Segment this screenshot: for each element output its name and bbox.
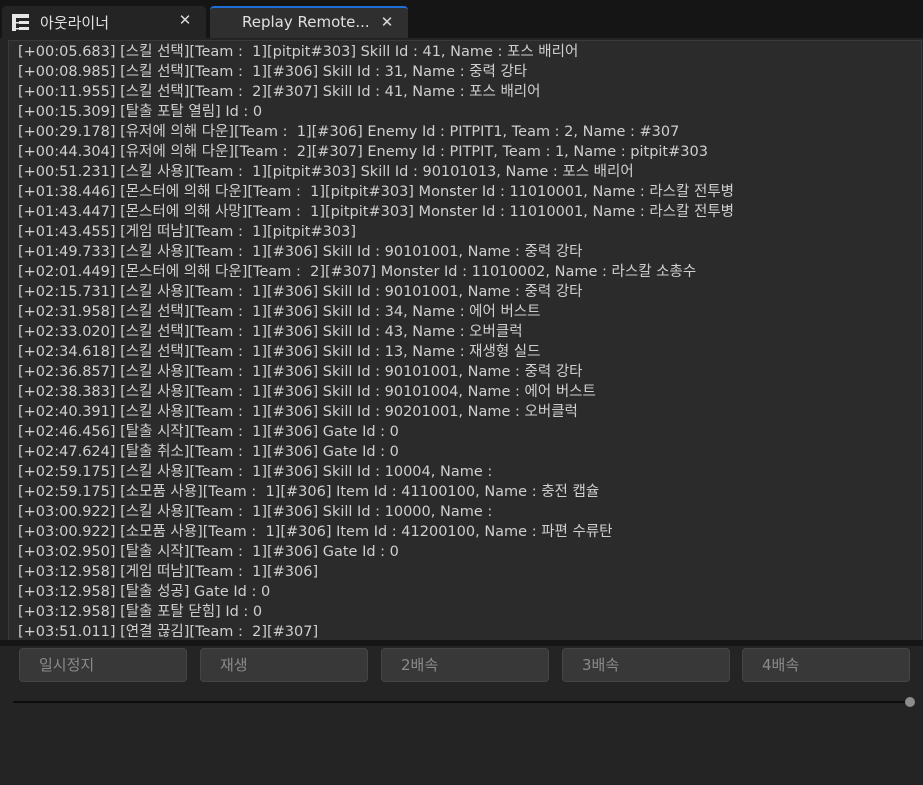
log-line: [+02:38.383] [스킬 사용][Team : 1][#306] Ski…: [18, 384, 596, 400]
log-line: [+00:11.955] [스킬 선택][Team : 2][#307] Ski…: [18, 84, 541, 100]
event-log-lines: [+00:05.683] [스킬 선택][Team : 1][pitpit#30…: [18, 42, 734, 662]
log-line: [+02:59.175] [스킬 사용][Team : 1][#306] Ski…: [18, 464, 493, 480]
log-line: [+03:51.011] [연결 끊김][Team : 2][#307]: [18, 624, 319, 640]
log-line: [+01:43.455] [게임 떠남][Team : 1][pitpit#30…: [18, 224, 356, 240]
log-line: [+02:40.391] [스킬 사용][Team : 1][#306] Ski…: [18, 404, 578, 420]
speed-3x-button[interactable]: 3배속: [562, 648, 730, 682]
log-line: [+02:36.857] [스킬 사용][Team : 1][#306] Ski…: [18, 364, 583, 380]
log-line: [+00:51.231] [스킬 사용][Team : 1][pitpit#30…: [18, 164, 634, 180]
log-line: [+02:31.958] [스킬 선택][Team : 1][#306] Ski…: [18, 304, 541, 320]
log-line: [+02:15.731] [스킬 사용][Team : 1][#306] Ski…: [18, 284, 583, 300]
log-line: [+00:05.683] [스킬 선택][Team : 1][pitpit#30…: [18, 44, 579, 60]
play-button[interactable]: 재생: [200, 648, 368, 682]
log-line: [+02:46.456] [탈출 시작][Team : 1][#306] Gat…: [18, 424, 399, 440]
log-line: [+02:34.618] [스킬 선택][Team : 1][#306] Ski…: [18, 344, 541, 360]
log-line: [+01:38.446] [몬스터에 의해 다운][Team : 1][pitp…: [18, 184, 734, 200]
log-line: [+01:49.733] [스킬 사용][Team : 1][#306] Ski…: [18, 244, 583, 260]
speed-2x-button[interactable]: 2배속: [381, 648, 549, 682]
log-line: [+03:12.958] [게임 떠남][Team : 1][#306]: [18, 564, 319, 580]
log-line: [+02:01.449] [몬스터에 의해 다운][Team : 2][#307…: [18, 264, 697, 280]
log-line: [+00:15.309] [탈출 포탈 열림] Id : 0: [18, 104, 263, 120]
log-line: [+02:59.175] [소모품 사용][Team : 1][#306] It…: [18, 484, 600, 500]
tab-outliner-close-icon[interactable]: ✕: [176, 10, 194, 30]
log-line: [+03:00.922] [소모품 사용][Team : 1][#306] It…: [18, 524, 613, 540]
log-line: [+00:08.985] [스킬 선택][Team : 1][#306] Ski…: [18, 64, 528, 80]
playback-slider-handle[interactable]: [905, 697, 915, 707]
log-line: [+00:44.304] [유저에 의해 다운][Team : 2][#307]…: [18, 144, 708, 160]
playback-slider-track[interactable]: [13, 701, 910, 703]
pause-button[interactable]: 일시정지: [19, 648, 187, 682]
speed-4x-button[interactable]: 4배속: [742, 648, 910, 682]
log-line: [+00:29.178] [유저에 의해 다운][Team : 1][#306]…: [18, 124, 680, 140]
log-line: [+03:02.950] [탈출 시작][Team : 1][#306] Gat…: [18, 544, 399, 560]
log-line: [+03:12.958] [탈출 성공] Gate Id : 0: [18, 584, 271, 600]
tab-bar: 아웃라이너 ✕ Replay Remote... ✕: [0, 0, 923, 38]
tab-replay-remote[interactable]: Replay Remote... ✕: [210, 6, 408, 38]
playback-controls: 일시정지 재생 2배속 3배속 4배속: [0, 646, 923, 747]
replay-window: 아웃라이너 ✕ Replay Remote... ✕ [+00:05.683] …: [0, 0, 923, 785]
log-line: [+02:33.020] [스킬 선택][Team : 1][#306] Ski…: [18, 324, 523, 340]
tab-replay-remote-close-icon[interactable]: ✕: [378, 12, 396, 32]
log-line: [+02:47.624] [탈출 취소][Team : 1][#306] Gat…: [18, 444, 399, 460]
log-line: [+03:00.922] [스킬 사용][Team : 1][#306] Ski…: [18, 504, 493, 520]
outliner-icon: [12, 14, 29, 31]
tab-outliner[interactable]: 아웃라이너 ✕: [2, 6, 206, 38]
log-line: [+01:43.447] [몬스터에 의해 사망][Team : 1][pitp…: [18, 204, 734, 220]
tab-outliner-label: 아웃라이너: [40, 14, 110, 32]
log-line: [+03:12.958] [탈출 포탈 닫힘] Id : 0: [18, 604, 263, 620]
event-log[interactable]: [+00:05.683] [스킬 선택][Team : 1][pitpit#30…: [8, 40, 922, 666]
tab-replay-remote-label: Replay Remote...: [242, 13, 370, 31]
